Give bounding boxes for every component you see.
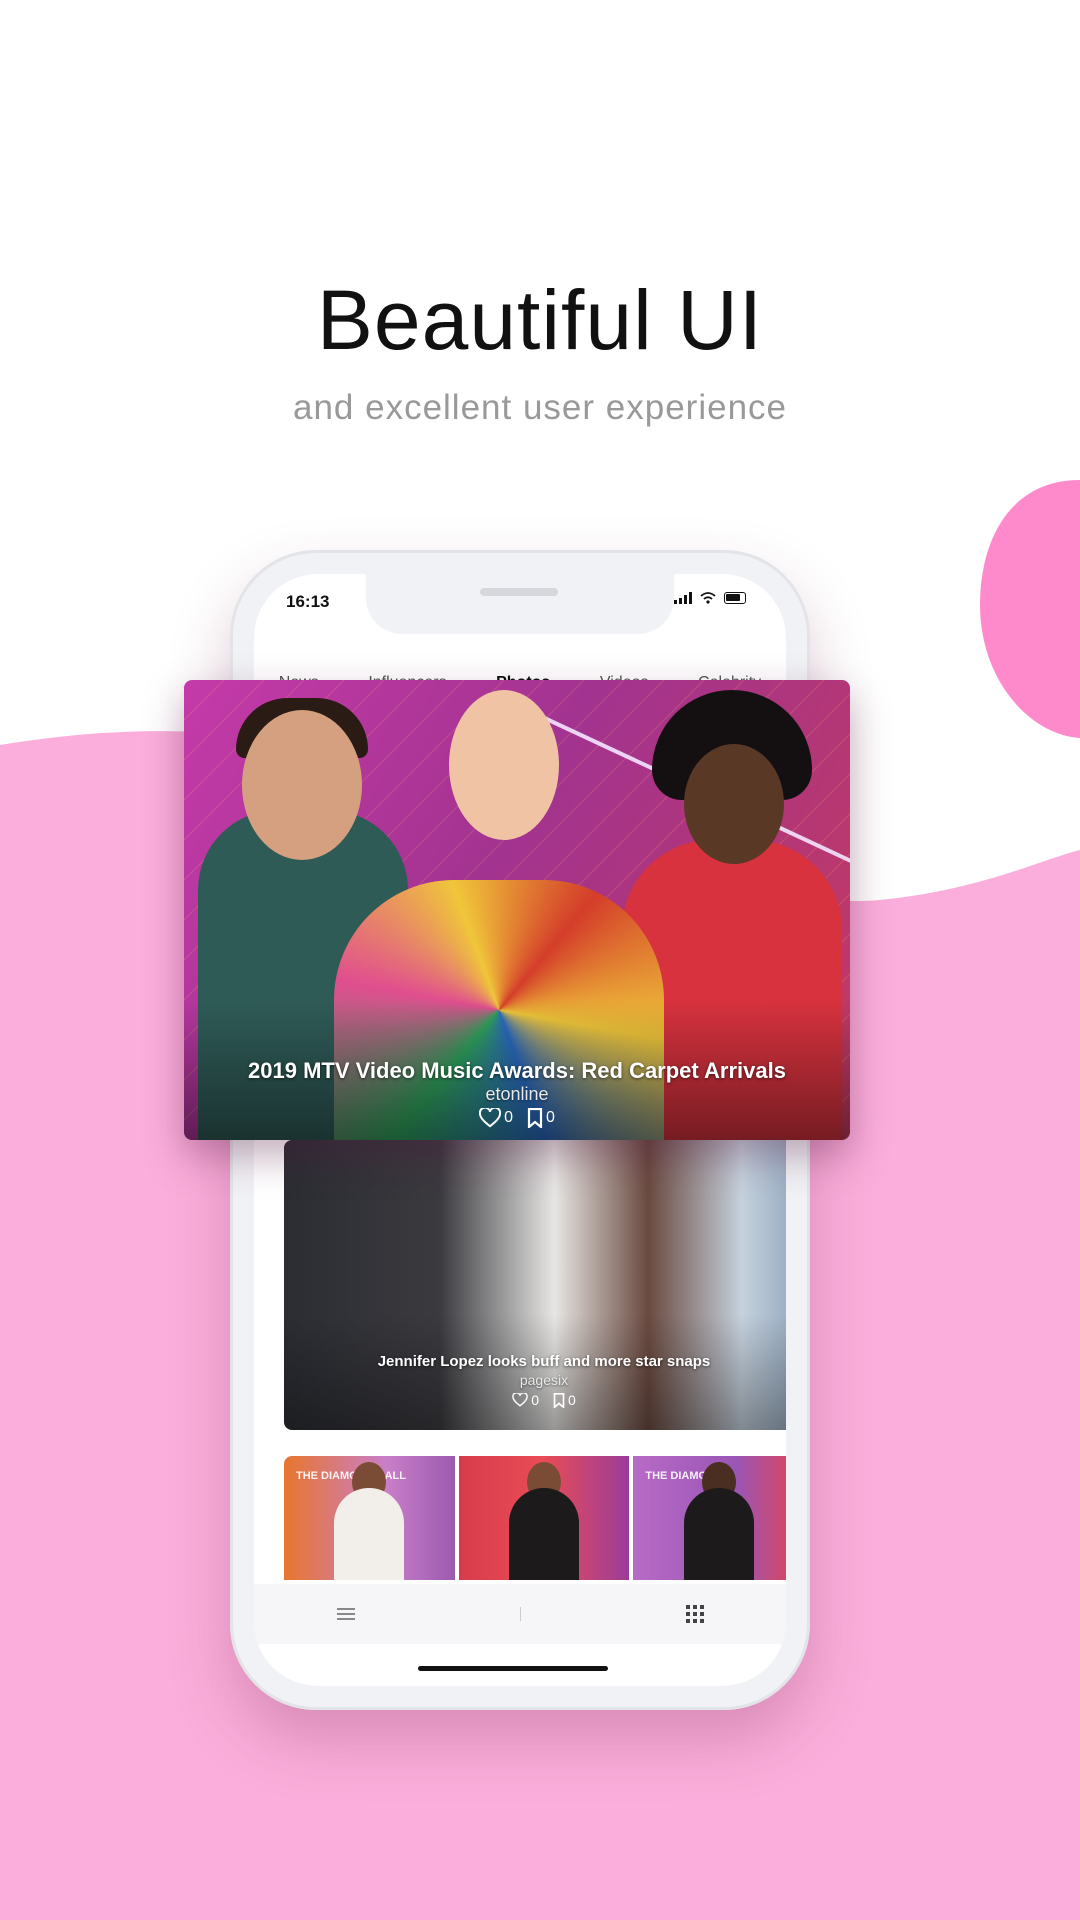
like-count: 0 [531, 1392, 539, 1408]
speaker [480, 588, 558, 596]
card-source: pagesix [519, 1372, 569, 1388]
bookmark-stat[interactable]: 0 [527, 1108, 555, 1128]
notch [366, 574, 674, 634]
card-title: Jennifer Lopez looks buff and more star … [377, 1353, 711, 1370]
home-indicator [418, 1666, 608, 1671]
battery-icon [724, 592, 746, 604]
thumbnail[interactable]: THE DIAMOND BALL [284, 1456, 455, 1580]
bookmark-count: 0 [546, 1109, 555, 1126]
card-source: etonline [485, 1084, 549, 1104]
bookmark-stat[interactable]: 0 [553, 1392, 576, 1408]
like-stat[interactable]: 0 [479, 1108, 513, 1128]
like-stat[interactable]: 0 [512, 1392, 539, 1408]
card-stats: 0 0 [284, 1392, 786, 1408]
grid-icon[interactable] [685, 1605, 704, 1623]
thumbnail-row: THE DIAMOND BALL THE DIAMOND [284, 1456, 786, 1580]
like-count: 0 [504, 1109, 513, 1126]
thumbnail[interactable] [458, 1456, 630, 1580]
headline: Beautiful UI [316, 273, 764, 367]
wifi-icon [700, 592, 716, 604]
card-title: 2019 MTV Video Music Awards: Red Carpet … [248, 1058, 786, 1083]
menu-icon[interactable] [336, 1605, 355, 1623]
bookmark-icon [553, 1392, 565, 1408]
subline: and excellent user experience [292, 388, 787, 427]
thumbnail-label: THE DIAMOND BALL [296, 1470, 406, 1482]
photo-card-secondary[interactable]: Jennifer Lopez looks buff and more star … [284, 1140, 786, 1430]
bottom-bar [254, 1584, 786, 1644]
card-stats: 0 0 [184, 1108, 850, 1128]
heart-icon [479, 1108, 502, 1128]
photo-card-featured[interactable]: 2019 MTV Video Music Awards: Red Carpet … [184, 680, 850, 1140]
heart-icon [512, 1393, 528, 1407]
divider [519, 1607, 521, 1621]
signal-icon [674, 592, 692, 604]
bookmark-count: 0 [568, 1392, 576, 1408]
status-time: 16:13 [286, 592, 330, 611]
thumbnail[interactable]: THE DIAMOND [633, 1456, 786, 1580]
bookmark-icon [527, 1108, 543, 1128]
status-icons [674, 592, 746, 604]
